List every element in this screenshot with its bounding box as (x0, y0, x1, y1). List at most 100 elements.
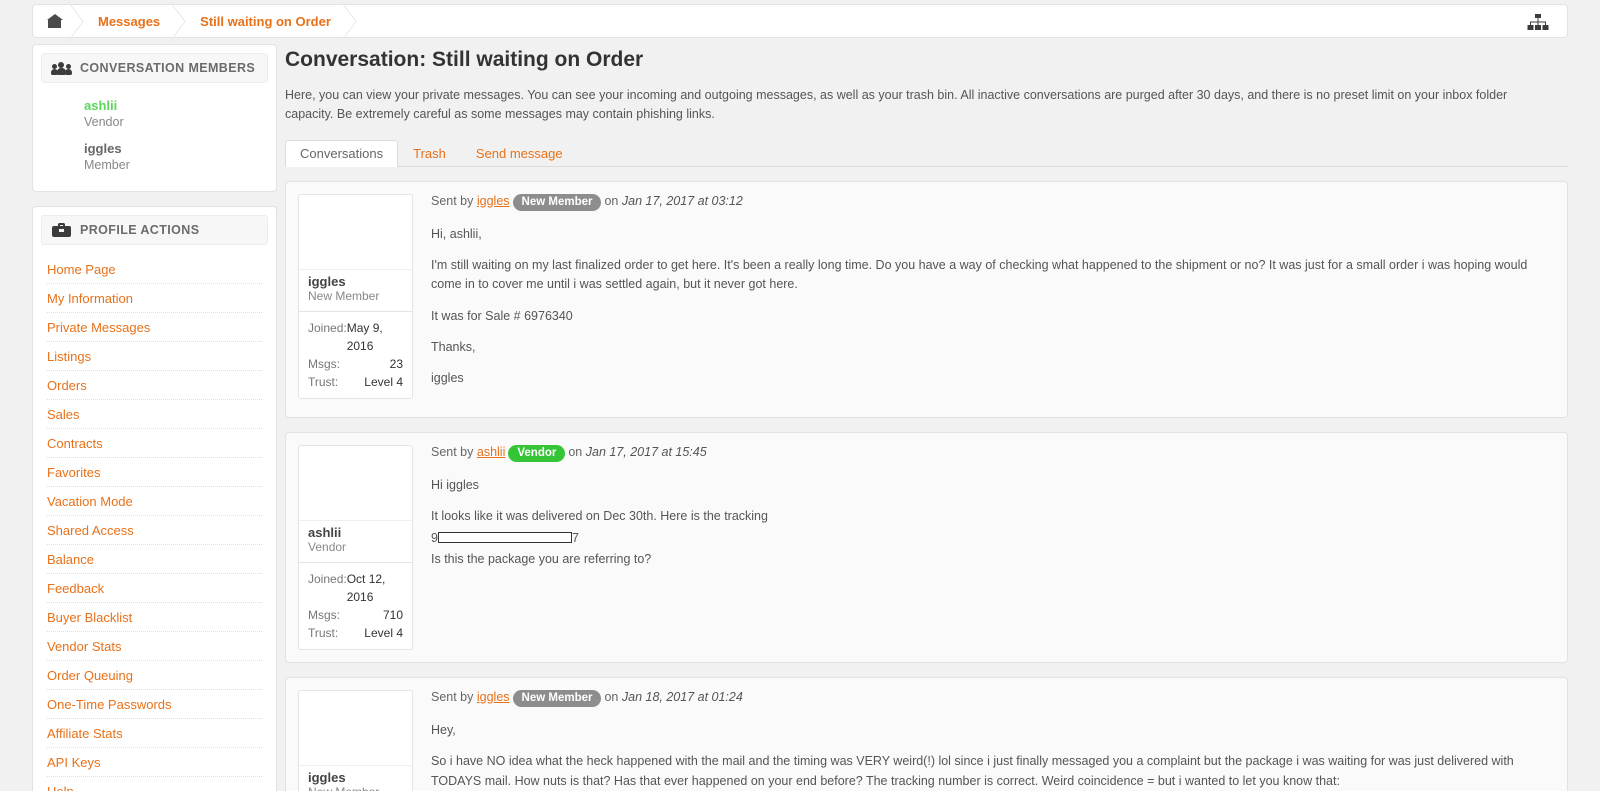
message-timestamp: Jan 17, 2017 at 15:45 (585, 444, 707, 459)
meta-value: Level 4 (364, 625, 403, 640)
tab-trash[interactable]: Trash (398, 140, 461, 167)
message-item: igglesNew MemberJoined:May 9, 2016Msgs:2… (285, 180, 1568, 418)
message-paragraph: Hey, (431, 722, 456, 737)
list-item[interactable]: ashlii Vendor (45, 93, 264, 136)
redaction-box (437, 531, 572, 543)
sidebar-item-feedback[interactable]: Feedback (47, 574, 262, 603)
author-name[interactable]: iggles (308, 770, 403, 785)
sidebar-item-api-keys[interactable]: API Keys (47, 748, 262, 777)
sidebar-item-orders[interactable]: Orders (47, 371, 262, 400)
intro-text: Here, you can view your private messages… (285, 88, 1508, 121)
sidebar-item-shared-access[interactable]: Shared Access (47, 516, 262, 545)
message-text: Hi iggles It looks like it was delivered … (431, 476, 1549, 570)
breadcrumb-item-conversation[interactable]: Still waiting on Order (182, 4, 353, 38)
message-body: Sent by ashlii Vendor on Jan 17, 2017 at 1… (413, 444, 1555, 650)
message-author-link[interactable]: iggles (477, 690, 510, 704)
meta-value: May 9, 2016 (346, 320, 383, 353)
list-item[interactable]: iggles Member (45, 136, 264, 179)
message-paragraph: Thanks, (431, 340, 476, 354)
meta-row: Trust: Level 4 (308, 624, 403, 642)
meta-value: 710 (382, 607, 403, 622)
message-author-card: ashlii Vendor Joined: Oct 12, 2016 Msgs: 710 T… (298, 444, 413, 650)
message-header: Sent by ashlii Vendor on Jan 17, 2017 at 1… (431, 444, 1549, 462)
breadcrumb-home-link[interactable] (33, 4, 80, 38)
meta-row: Msgs: 23 (308, 355, 403, 373)
message-paragraph: I'm still waiting on my last finalized o… (431, 257, 1528, 292)
sidebar-item-vendor-stats[interactable]: Vendor Stats (47, 632, 262, 661)
author-role: New Member (308, 288, 380, 303)
status-badge: Vendor (508, 444, 566, 462)
group-icon (51, 61, 72, 75)
breadcrumb-label: Messages (98, 13, 161, 29)
meta-value: Level 4 (364, 374, 403, 389)
message-author-link[interactable]: ashlii (477, 445, 506, 459)
panel-title: CONVERSATION MEMBERS (80, 61, 256, 75)
sidebar-item-favorites[interactable]: Favorites (47, 458, 262, 487)
author-name[interactable]: iggles (308, 274, 403, 289)
message-body: Sent by iggles New Member on Jan 18, 2017 … (413, 689, 1555, 791)
message-body: Sent by iggles New Member on Jan 17, 2017 … (413, 193, 1555, 405)
briefcase-icon (52, 222, 71, 237)
avatar (299, 691, 412, 765)
message-paragraph: iggles (431, 371, 464, 386)
sidebar-item-one-time-passwords[interactable]: One-Time Passwords (47, 690, 262, 719)
member-name[interactable]: ashlii (84, 98, 124, 114)
panel-title: PROFILE ACTIONS (80, 222, 200, 237)
meta-row: Joined: May 9, 2016 (308, 319, 403, 355)
message-paragraph: Hi, ashlii, (431, 226, 482, 241)
sidebar: CONVERSATION MEMBERS ashlii Vendor iggle… (32, 44, 277, 791)
sidebar-item-affiliate-stats[interactable]: Affiliate Stats (47, 719, 262, 748)
sidebar-item-my-information[interactable]: My Information (47, 284, 262, 313)
message-timestamp: Jan 18, 2017 at 01:24 (621, 689, 743, 704)
avatar (299, 446, 412, 520)
message-author-card: igglesNew Member Joined:May 9, 2016Msgs:2… (298, 193, 413, 405)
panel-header: CONVERSATION MEMBERS (41, 53, 268, 83)
meta-value: Oct 12, 2016 (346, 571, 386, 604)
sidebar-item-contracts[interactable]: Contracts (47, 429, 262, 458)
page-title: Conversation: Still waiting on Order (285, 48, 644, 71)
member-name[interactable]: iggles (84, 141, 130, 157)
panel-header: PROFILE ACTIONS (41, 214, 268, 245)
meta-row: Joined: Oct 12, 2016 (308, 570, 403, 606)
sidebar-item-vacation-mode[interactable]: Vacation Mode (47, 487, 262, 516)
author-name[interactable]: ashlii (308, 525, 403, 540)
message-header: Sent by iggles New Member on Jan 18, 2017 … (431, 689, 1549, 707)
message-item: igglesNew MemberJoined:May 9, 2016Msgs:2… (285, 676, 1568, 791)
meta-row: Trust: Level 4 (308, 373, 403, 391)
member-role: Member (84, 158, 130, 173)
sidebar-item-help[interactable]: Help (47, 777, 262, 791)
sidebar-item-order-queuing[interactable]: Order Queuing (47, 661, 262, 690)
conversation-members-panel: CONVERSATION MEMBERS ashlii Vendor iggle… (32, 44, 277, 192)
profile-actions-panel: PROFILE ACTIONS Home Page My Information P… (32, 205, 277, 791)
sidebar-item-sales[interactable]: Sales (47, 400, 262, 429)
message-author-card: igglesNew MemberJoined:May 9, 2016Msgs:2… (298, 689, 413, 791)
message-text: Hi, ashlii, I'm still waiting on my last … (431, 225, 1549, 389)
breadcrumb-item-messages[interactable]: Messages (80, 4, 182, 38)
tracking-number: 97 (431, 529, 1549, 548)
message-header: Sent by iggles New Member on Jan 17, 2017 … (431, 193, 1549, 211)
status-badge: New Member (512, 193, 602, 211)
tab-send-message[interactable]: Send message (461, 140, 578, 167)
members-list: ashlii Vendor iggles Member (33, 91, 276, 191)
tracking-suffix: 7 (571, 530, 579, 545)
sent-on-label: on (604, 193, 619, 208)
tab-bar: Conversations Trash Send message (285, 139, 1568, 167)
sent-on-label: on (568, 444, 583, 459)
sitemap-icon[interactable] (1527, 14, 1549, 30)
meta-row: Msgs: 710 (308, 606, 403, 624)
main-content: Conversation: Still waiting on Order Her… (285, 44, 1568, 791)
sidebar-item-listings[interactable]: Listings (47, 342, 262, 371)
status-badge: New Member (512, 689, 602, 707)
message-paragraph: Hi iggles (431, 477, 479, 492)
author-role: New Member (308, 785, 403, 791)
message-list: iggles New Member Joined: May 9, 2016 Msgs: 2… (285, 180, 1568, 791)
sidebar-item-home-page[interactable]: Home Page (47, 255, 262, 284)
sidebar-item-buyer-blacklist[interactable]: Buyer Blacklist (47, 603, 262, 632)
message-paragraph: It looks like it was delivered on Dec 30… (431, 509, 768, 524)
sidebar-item-private-messages[interactable]: Private Messages (47, 313, 262, 342)
message-timestamp: Jan 17, 2017 at 03:12 (621, 193, 743, 208)
message-author-link[interactable]: iggles (477, 194, 510, 208)
tab-conversations[interactable]: Conversations (285, 139, 399, 167)
sent-by-label: Sent by (431, 193, 474, 208)
sidebar-item-balance[interactable]: Balance (47, 545, 262, 574)
